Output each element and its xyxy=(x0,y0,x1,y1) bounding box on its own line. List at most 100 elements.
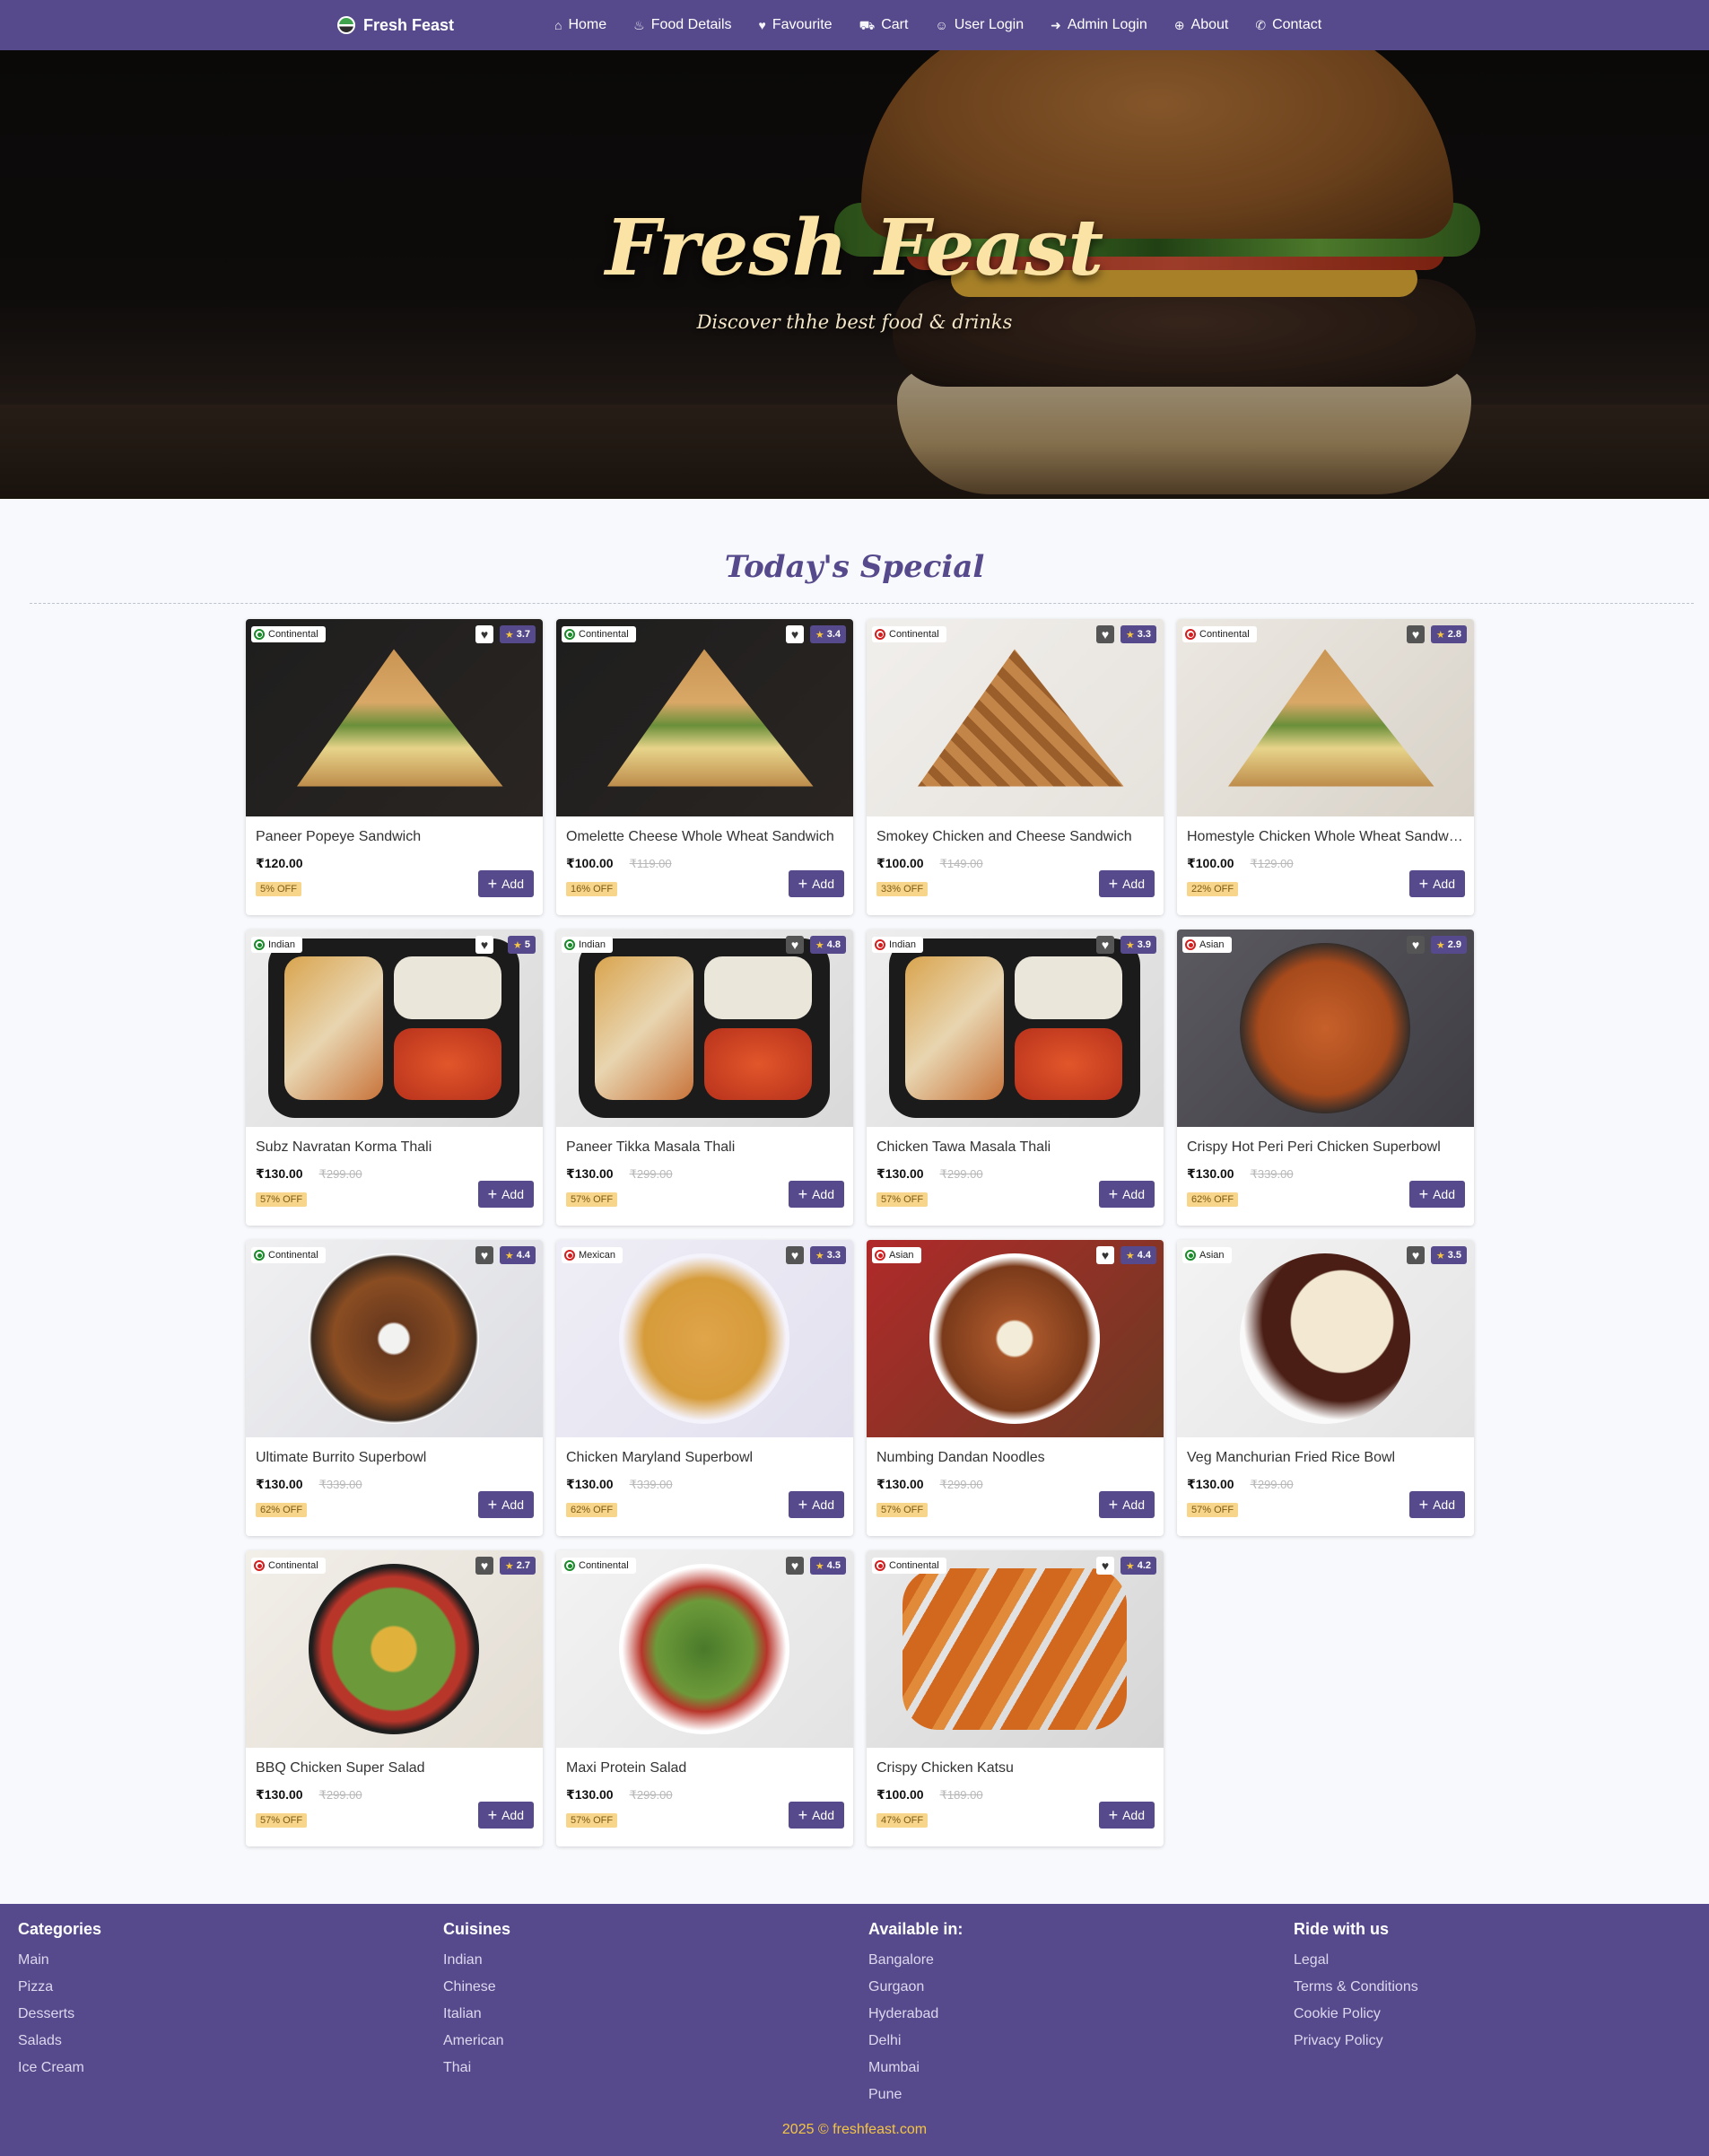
food-name[interactable]: Homestyle Chicken Whole Wheat Sandwich xyxy=(1187,829,1464,845)
food-image[interactable]: Continental ♥ ★ 3.3 xyxy=(867,619,1164,816)
footer-link[interactable]: Terms & Conditions xyxy=(1294,1974,1418,2001)
food-image[interactable]: Continental ♥ ★ 3.4 xyxy=(556,619,853,816)
footer-link[interactable]: Chinese xyxy=(443,1974,510,2001)
food-name[interactable]: Ultimate Burrito Superbowl xyxy=(256,1450,533,1466)
footer-link[interactable]: Bangalore xyxy=(868,1947,963,1974)
food-name[interactable]: Smokey Chicken and Cheese Sandwich xyxy=(876,829,1154,845)
nav-contact[interactable]: ✆ Contact xyxy=(1255,17,1321,33)
food-name[interactable]: BBQ Chicken Super Salad xyxy=(256,1760,533,1776)
footer-link[interactable]: American xyxy=(443,2028,510,2055)
favourite-heart-icon[interactable]: ♥ xyxy=(786,1246,804,1264)
food-image[interactable]: Indian ♥ ★ 5 xyxy=(246,930,543,1127)
add-to-cart-button[interactable]: + Add xyxy=(1098,1802,1155,1829)
favourite-heart-icon[interactable]: ♥ xyxy=(475,1246,493,1264)
favourite-heart-icon[interactable]: ♥ xyxy=(475,1557,493,1575)
footer-link[interactable]: Privacy Policy xyxy=(1294,2028,1418,2055)
footer-link[interactable]: Thai xyxy=(443,2055,510,2082)
footer-link[interactable]: Pizza xyxy=(18,1974,101,2001)
food-card[interactable]: Continental ♥ ★ 2.8 Homestyle Chicken Whole … xyxy=(1177,619,1474,915)
food-card[interactable]: Continental ♥ ★ 3.7 Paneer Popeye Sandwich ₹1… xyxy=(246,619,543,915)
food-card[interactable]: Asian ♥ ★ 3.5 Veg Manchurian Fried Rice Bowl… xyxy=(1177,1240,1474,1536)
add-to-cart-button[interactable]: + Add xyxy=(1408,1181,1465,1208)
favourite-heart-icon[interactable]: ♥ xyxy=(475,625,493,643)
footer-link[interactable]: Hyderabad xyxy=(868,2001,963,2028)
add-to-cart-button[interactable]: + Add xyxy=(1098,1491,1155,1518)
food-name[interactable]: Numbing Dandan Noodles xyxy=(876,1450,1154,1466)
food-card[interactable]: Indian ♥ ★ 5 Subz Navratan Korma Thali ₹130.0… xyxy=(246,930,543,1226)
food-name[interactable]: Crispy Chicken Katsu xyxy=(876,1760,1154,1776)
add-to-cart-button[interactable]: + Add xyxy=(477,1491,534,1518)
favourite-heart-icon[interactable]: ♥ xyxy=(1096,936,1114,954)
food-image[interactable]: Continental ♥ ★ 2.7 xyxy=(246,1550,543,1748)
add-to-cart-button[interactable]: + Add xyxy=(788,1491,844,1518)
food-name[interactable]: Maxi Protein Salad xyxy=(566,1760,843,1776)
favourite-heart-icon[interactable]: ♥ xyxy=(786,625,804,643)
nav-cart[interactable]: ⛟ Cart xyxy=(859,17,909,33)
add-to-cart-button[interactable]: + Add xyxy=(477,1802,534,1829)
food-image[interactable]: Continental ♥ ★ 2.8 xyxy=(1177,619,1474,816)
nav-favourite[interactable]: ♥ Favourite xyxy=(759,17,833,33)
footer-link[interactable]: Delhi xyxy=(868,2028,963,2055)
food-card[interactable]: Continental ♥ ★ 3.3 Smokey Chicken and Chees… xyxy=(867,619,1164,915)
food-card[interactable]: Indian ♥ ★ 4.8 Paneer Tikka Masala Thali ₹130… xyxy=(556,930,853,1226)
footer-link[interactable]: Salads xyxy=(18,2028,101,2055)
favourite-heart-icon[interactable]: ♥ xyxy=(1407,936,1425,954)
brand-link[interactable]: Fresh Feast xyxy=(337,0,454,50)
footer-link[interactable]: Desserts xyxy=(18,2001,101,2028)
food-image[interactable]: Asian ♥ ★ 4.4 xyxy=(867,1240,1164,1437)
footer-link[interactable]: Indian xyxy=(443,1947,510,1974)
food-card[interactable]: Continental ♥ ★ 4.4 Ultimate Burrito Superbo… xyxy=(246,1240,543,1536)
nav-admin-login[interactable]: ➜ Admin Login xyxy=(1051,17,1147,33)
food-name[interactable]: Chicken Maryland Superbowl xyxy=(566,1450,843,1466)
food-image[interactable]: Mexican ♥ ★ 3.3 xyxy=(556,1240,853,1437)
food-name[interactable]: Chicken Tawa Masala Thali xyxy=(876,1139,1154,1156)
footer-link[interactable]: Ice Cream xyxy=(18,2055,101,2082)
food-card[interactable]: Continental ♥ ★ 4.2 Crispy Chicken Katsu ₹100… xyxy=(867,1550,1164,1846)
food-card[interactable]: Asian ♥ ★ 4.4 Numbing Dandan Noodles ₹130.00 ₹… xyxy=(867,1240,1164,1536)
food-image[interactable]: Continental ♥ ★ 4.5 xyxy=(556,1550,853,1748)
favourite-heart-icon[interactable]: ♥ xyxy=(1096,1557,1114,1575)
footer-link[interactable]: Cookie Policy xyxy=(1294,2001,1418,2028)
food-image[interactable]: Asian ♥ ★ 3.5 xyxy=(1177,1240,1474,1437)
favourite-heart-icon[interactable]: ♥ xyxy=(1407,1246,1425,1264)
add-to-cart-button[interactable]: + Add xyxy=(788,870,844,897)
add-to-cart-button[interactable]: + Add xyxy=(788,1181,844,1208)
nav-food-details[interactable]: ♨ Food Details xyxy=(633,17,731,33)
favourite-heart-icon[interactable]: ♥ xyxy=(475,936,493,954)
food-card[interactable]: Continental ♥ ★ 4.5 Maxi Protein Salad ₹130.0… xyxy=(556,1550,853,1846)
food-card[interactable]: Continental ♥ ★ 2.7 BBQ Chicken Super Salad ₹… xyxy=(246,1550,543,1846)
favourite-heart-icon[interactable]: ♥ xyxy=(1096,625,1114,643)
food-name[interactable]: Paneer Popeye Sandwich xyxy=(256,829,533,845)
add-to-cart-button[interactable]: + Add xyxy=(1408,1491,1465,1518)
food-card[interactable]: Asian ♥ ★ 2.9 Crispy Hot Peri Peri Chicken S… xyxy=(1177,930,1474,1226)
food-image[interactable]: Continental ♥ ★ 3.7 xyxy=(246,619,543,816)
food-image[interactable]: Asian ♥ ★ 2.9 xyxy=(1177,930,1474,1127)
food-name[interactable]: Crispy Hot Peri Peri Chicken Superbowl xyxy=(1187,1139,1464,1156)
food-name[interactable]: Veg Manchurian Fried Rice Bowl xyxy=(1187,1450,1464,1466)
food-name[interactable]: Subz Navratan Korma Thali xyxy=(256,1139,533,1156)
food-name[interactable]: Omelette Cheese Whole Wheat Sandwich xyxy=(566,829,843,845)
favourite-heart-icon[interactable]: ♥ xyxy=(1407,625,1425,643)
footer-link[interactable]: Main xyxy=(18,1947,101,1974)
food-card[interactable]: Mexican ♥ ★ 3.3 Chicken Maryland Superbowl ₹1… xyxy=(556,1240,853,1536)
favourite-heart-icon[interactable]: ♥ xyxy=(1096,1246,1114,1264)
footer-link[interactable]: Gurgaon xyxy=(868,1974,963,2001)
food-image[interactable]: Continental ♥ ★ 4.4 xyxy=(246,1240,543,1437)
food-image[interactable]: Continental ♥ ★ 4.2 xyxy=(867,1550,1164,1748)
add-to-cart-button[interactable]: + Add xyxy=(1098,870,1155,897)
food-image[interactable]: Indian ♥ ★ 3.9 xyxy=(867,930,1164,1127)
food-image[interactable]: Indian ♥ ★ 4.8 xyxy=(556,930,853,1127)
footer-link[interactable]: Mumbai xyxy=(868,2055,963,2082)
add-to-cart-button[interactable]: + Add xyxy=(477,870,534,897)
nav-about[interactable]: ⊕ About xyxy=(1174,17,1229,33)
food-card[interactable]: Indian ♥ ★ 3.9 Chicken Tawa Masala Thali ₹130… xyxy=(867,930,1164,1226)
favourite-heart-icon[interactable]: ♥ xyxy=(786,936,804,954)
footer-link[interactable]: Italian xyxy=(443,2001,510,2028)
footer-link[interactable]: Legal xyxy=(1294,1947,1418,1974)
favourite-heart-icon[interactable]: ♥ xyxy=(786,1557,804,1575)
nav-user-login[interactable]: ☺ User Login xyxy=(935,17,1024,33)
footer-link[interactable]: Pune xyxy=(868,2082,963,2108)
add-to-cart-button[interactable]: + Add xyxy=(477,1181,534,1208)
nav-home[interactable]: ⌂ Home xyxy=(554,17,606,33)
food-name[interactable]: Paneer Tikka Masala Thali xyxy=(566,1139,843,1156)
